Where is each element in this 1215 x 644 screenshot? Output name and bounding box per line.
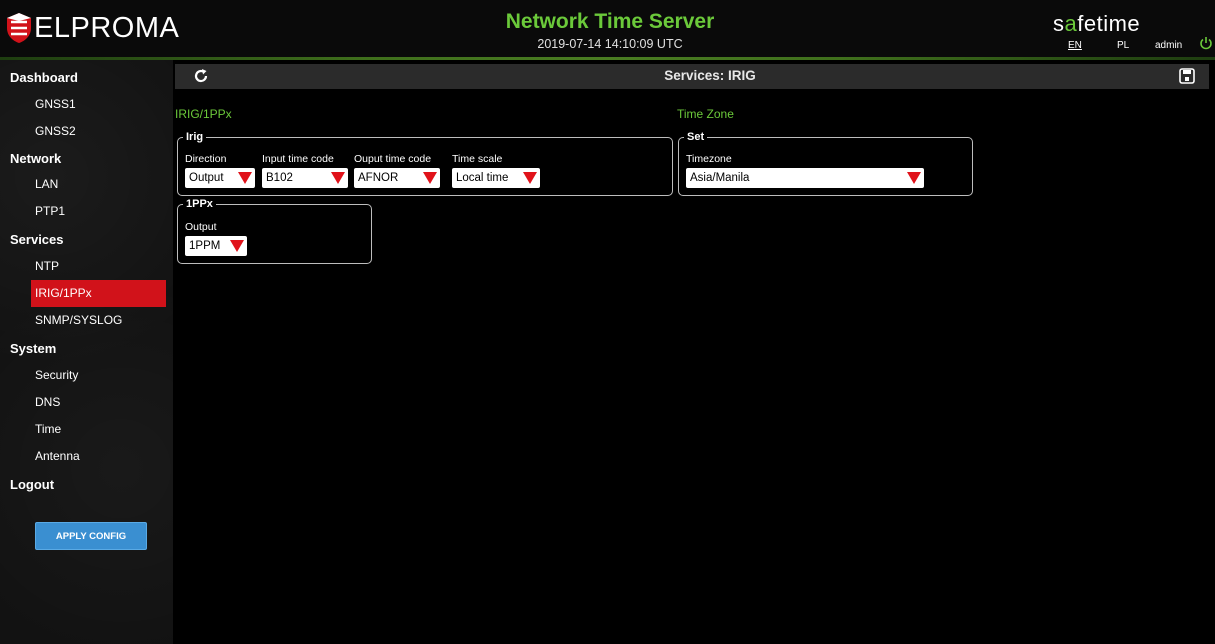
input-time-code-select[interactable]: B102 [262, 168, 348, 188]
direction-value: Output [189, 172, 224, 184]
sidebar-section-network[interactable]: Network [10, 151, 61, 166]
current-datetime: 2019-07-14 14:10:09 UTC [537, 37, 683, 51]
sidebar-item-time[interactable]: Time [31, 416, 166, 443]
irig-legend: Irig [186, 131, 204, 143]
output-time-code-select[interactable]: AFNOR [354, 168, 440, 188]
1ppx-output-select[interactable]: 1PPM [185, 236, 247, 256]
set-legend: Set [687, 131, 705, 143]
sidebar-section-services[interactable]: Services [10, 232, 64, 247]
sidebar-item-security[interactable]: Security [31, 362, 166, 389]
brand-part-2: fetime [1077, 11, 1141, 36]
direction-label: Direction [185, 153, 227, 165]
output-label: Output [185, 221, 217, 233]
sidebar-item-ntp[interactable]: NTP [31, 253, 166, 280]
dropdown-arrow-icon [238, 172, 252, 184]
dropdown-arrow-icon [523, 172, 537, 184]
sidebar-item-logout[interactable]: Logout [10, 477, 54, 492]
sidebar-item-irig-1ppx[interactable]: IRIG/1PPx [31, 280, 166, 307]
safetime-brand: safetime [1053, 11, 1140, 37]
section-label-irig-1ppx: IRIG/1PPx [175, 107, 232, 121]
dropdown-arrow-icon [230, 240, 244, 252]
sidebar-section-dashboard[interactable]: Dashboard [10, 70, 78, 85]
sidebar-item-gnss1[interactable]: GNSS1 [31, 91, 166, 118]
section-label-time-zone: Time Zone [677, 107, 734, 121]
sidebar-item-snmp-syslog[interactable]: SNMP/SYSLOG [31, 307, 166, 334]
timezone-select[interactable]: Asia/Manila [686, 168, 924, 188]
brand-accent: a [1064, 11, 1078, 36]
sidebar-item-gnss2[interactable]: GNSS2 [31, 118, 166, 145]
apply-config-button[interactable]: APPLY CONFIG [35, 522, 147, 550]
sidebar-section-system[interactable]: System [10, 341, 56, 356]
input-time-code-value: B102 [266, 172, 293, 184]
power-logout-icon[interactable] [1199, 36, 1213, 50]
1ppx-output-value: 1PPM [189, 240, 221, 252]
refresh-icon[interactable] [192, 67, 210, 85]
time-scale-label: Time scale [452, 153, 503, 165]
input-time-code-label: Input time code [262, 153, 334, 165]
dropdown-arrow-icon [423, 172, 437, 184]
language-pl-link[interactable]: PL [1117, 40, 1129, 51]
1ppx-legend: 1PPx [186, 198, 213, 210]
language-en-link[interactable]: EN [1068, 40, 1082, 51]
dropdown-arrow-icon [907, 172, 921, 184]
dropdown-arrow-icon [331, 172, 345, 184]
timezone-value: Asia/Manila [690, 172, 750, 184]
elproma-logo: ELPROMA [6, 10, 179, 46]
time-scale-select[interactable]: Local time [452, 168, 540, 188]
sidebar-item-dns[interactable]: DNS [31, 389, 166, 416]
app-title: Network Time Server [505, 10, 715, 33]
header-divider [0, 57, 1215, 60]
page-title: Services: IRIG [664, 68, 756, 83]
sidebar-item-ptp1[interactable]: PTP1 [31, 198, 166, 225]
brand-part-1: s [1053, 11, 1065, 36]
user-name: admin [1155, 40, 1183, 51]
output-time-code-value: AFNOR [358, 172, 399, 184]
header-center: Network Time Server 2019-07-14 14:10:09 … [440, 10, 780, 51]
logo-text: ELPROMA [34, 11, 180, 44]
sidebar-item-antenna[interactable]: Antenna [31, 443, 166, 470]
direction-select[interactable]: Output [185, 168, 255, 188]
timezone-label: Timezone [686, 153, 732, 165]
shield-logo-icon [7, 13, 31, 43]
output-time-code-label: Ouput time code [354, 153, 432, 165]
save-icon[interactable] [1179, 68, 1195, 84]
time-scale-value: Local time [456, 172, 509, 184]
sidebar-item-lan[interactable]: LAN [31, 171, 166, 198]
